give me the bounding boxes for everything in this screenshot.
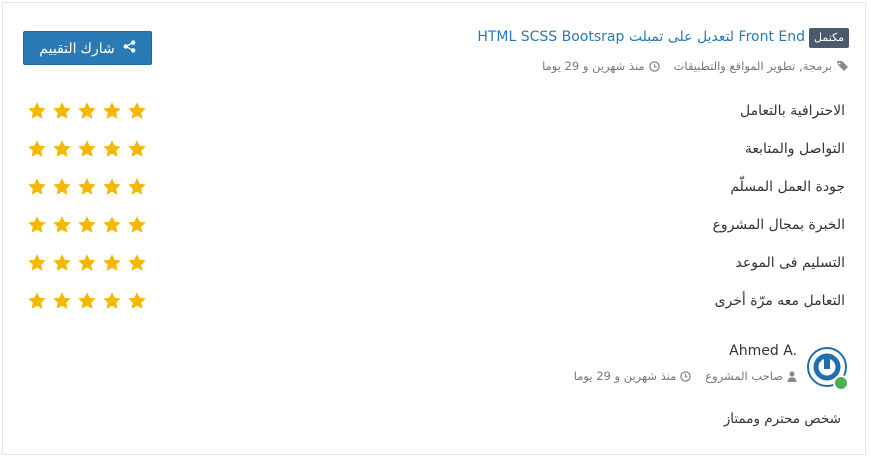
rating-label: التعامل معه مرّة أخرى xyxy=(714,293,845,309)
rating-stars xyxy=(27,215,147,235)
star-icon xyxy=(53,140,71,157)
star-icon xyxy=(28,216,46,233)
star-icon xyxy=(103,102,121,119)
star-icon xyxy=(53,216,71,233)
user-icon xyxy=(787,371,797,382)
online-status-indicator xyxy=(833,375,849,391)
reviewer-meta: صاحب المشروع منذ شهرين و 29 يوما xyxy=(574,369,797,383)
star-icon xyxy=(128,292,146,309)
star-icon xyxy=(28,178,46,195)
reviewer-role: صاحب المشروع xyxy=(705,369,783,383)
rating-stars xyxy=(27,177,147,197)
star-icon xyxy=(78,178,96,195)
star-icon xyxy=(128,140,146,157)
star-icon xyxy=(78,140,96,157)
star-icon xyxy=(103,216,121,233)
reviewer-name[interactable]: Ahmed A. xyxy=(729,343,797,359)
star-icon xyxy=(128,178,146,195)
rating-row: التسليم فى الموعد xyxy=(27,251,845,275)
review-comment: شخص محترم وممتاز xyxy=(723,411,841,427)
rating-row: التعامل معه مرّة أخرى xyxy=(27,289,845,313)
star-icon xyxy=(103,254,121,271)
status-badge: مكتمل xyxy=(809,28,849,48)
rating-row: الخبرة بمجال المشروع xyxy=(27,213,845,237)
project-meta: برمجة, تطوير المواقع والتطبيقات منذ شهري… xyxy=(542,59,849,73)
rating-row: التواصل والمتابعة xyxy=(27,137,845,161)
rating-label: الاحترافية بالتعامل xyxy=(739,103,845,119)
star-icon xyxy=(28,292,46,309)
rating-row: الاحترافية بالتعامل xyxy=(27,99,845,123)
rating-stars xyxy=(27,253,147,273)
clock-icon xyxy=(648,60,660,72)
tags-icon xyxy=(836,60,849,72)
star-icon xyxy=(53,254,71,271)
star-icon xyxy=(78,102,96,119)
star-icon xyxy=(103,178,121,195)
star-icon xyxy=(53,178,71,195)
project-category[interactable]: برمجة, تطوير المواقع والتطبيقات xyxy=(674,59,832,73)
rating-stars xyxy=(27,291,147,311)
star-icon xyxy=(28,140,46,157)
star-icon xyxy=(28,102,46,119)
star-icon xyxy=(28,254,46,271)
star-icon xyxy=(53,102,71,119)
rating-stars xyxy=(27,101,147,121)
project-title-link[interactable]: Front End لتعديل على تمبلت HTML SCSS Boo… xyxy=(477,27,805,47)
project-time: منذ شهرين و 29 يوما xyxy=(542,59,645,73)
rating-label: الخبرة بمجال المشروع xyxy=(712,217,845,233)
star-icon xyxy=(53,292,71,309)
rating-stars xyxy=(27,139,147,159)
star-icon xyxy=(128,216,146,233)
reviewer-time: منذ شهرين و 29 يوما xyxy=(573,369,677,383)
share-button-label: شارك التقييم xyxy=(39,39,115,56)
star-icon xyxy=(128,102,146,119)
review-card: مكتمل Front End لتعديل على تمبلت HTML SC… xyxy=(2,2,866,455)
share-icon xyxy=(123,40,136,56)
star-icon xyxy=(78,254,96,271)
rating-label: جودة العمل المسلّم xyxy=(730,179,845,195)
rating-row: جودة العمل المسلّم xyxy=(27,175,845,199)
star-icon xyxy=(78,292,96,309)
rating-label: التسليم فى الموعد xyxy=(735,255,846,271)
share-rating-button[interactable]: شارك التقييم xyxy=(23,31,152,65)
star-icon xyxy=(128,254,146,271)
rating-label: التواصل والمتابعة xyxy=(744,141,845,157)
clock-icon xyxy=(680,370,692,382)
star-icon xyxy=(103,140,121,157)
star-icon xyxy=(103,292,121,309)
star-icon xyxy=(78,216,96,233)
